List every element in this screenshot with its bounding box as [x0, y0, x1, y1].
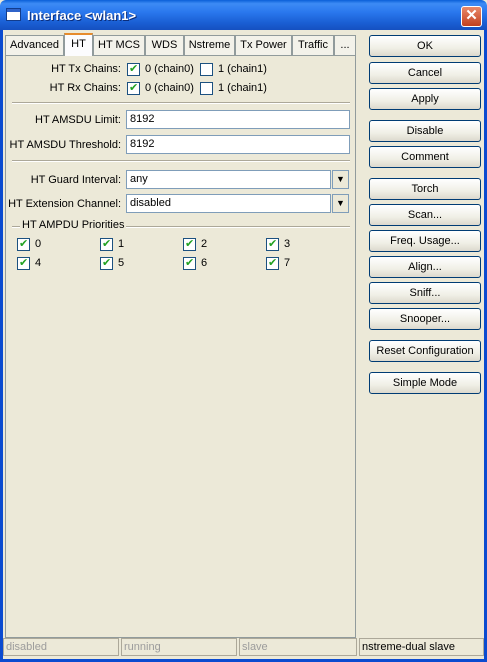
ok-button[interactable]: OK	[369, 35, 481, 57]
comment-button[interactable]: Comment	[369, 146, 481, 168]
ht-ampdu-priorities-title: HT AMPDU Priorities	[20, 219, 127, 231]
status-running: running	[121, 638, 237, 656]
ampdu-priority-6-checkbox[interactable]	[183, 256, 196, 270]
tab-wds[interactable]: WDS	[145, 35, 184, 55]
ampdu-priority-1-checkbox[interactable]	[100, 237, 113, 251]
torch-button[interactable]: Torch	[369, 178, 481, 200]
simple-mode-button[interactable]: Simple Mode	[369, 372, 481, 394]
ht-amsdu-limit-input[interactable]: 8192	[126, 110, 350, 129]
rx-chain0-label: 0 (chain0)	[145, 82, 194, 94]
ampdu-priority-2-label: 2	[201, 238, 208, 250]
ampdu-priority-2-checkbox[interactable]	[183, 237, 196, 251]
status-disabled: disabled	[3, 638, 119, 656]
tab-more[interactable]: ...	[334, 35, 356, 55]
ht-extension-channel-select[interactable]: disabled	[126, 194, 331, 213]
ampdu-priority-7-checkbox[interactable]	[266, 256, 279, 270]
window-title: Interface <wlan1>	[27, 8, 137, 23]
sniff-button[interactable]: Sniff...	[369, 282, 481, 304]
ampdu-priority-0-checkbox[interactable]	[17, 237, 30, 251]
tab-nstreme[interactable]: Nstreme	[184, 35, 235, 55]
status-slave: slave	[239, 638, 357, 656]
window-frame-left	[0, 30, 3, 662]
freq-usage-button[interactable]: Freq. Usage...	[369, 230, 481, 252]
apply-button[interactable]: Apply	[369, 88, 481, 110]
ampdu-priority-0-label: 0	[35, 238, 42, 250]
ht-guard-interval-label: HT Guard Interval:	[30, 174, 121, 186]
ht-amsdu-limit-label: HT AMSDU Limit:	[35, 114, 121, 126]
tab-traffic[interactable]: Traffic	[292, 35, 334, 55]
ht-amsdu-threshold-label: HT AMSDU Threshold:	[9, 139, 121, 151]
ampdu-priority-5-checkbox[interactable]	[100, 256, 113, 270]
ht-guard-interval-select[interactable]: any	[126, 170, 331, 189]
ampdu-priority-1-label: 1	[118, 238, 125, 250]
tab-tx-power[interactable]: Tx Power	[235, 35, 292, 55]
title-bar: Interface <wlan1> ✕	[0, 0, 487, 30]
snooper-button[interactable]: Snooper...	[369, 308, 481, 330]
cancel-button[interactable]: Cancel	[369, 62, 481, 84]
ampdu-priority-5-label: 5	[118, 257, 125, 269]
chevron-down-icon[interactable]: ▼	[332, 194, 349, 213]
ampdu-priority-3-label: 3	[284, 238, 291, 250]
ampdu-priority-7-label: 7	[284, 257, 291, 269]
ampdu-priority-4-checkbox[interactable]	[17, 256, 30, 270]
ampdu-priority-4-label: 4	[35, 257, 42, 269]
rx-chain1-checkbox[interactable]	[200, 82, 213, 95]
tab-advanced[interactable]: Advanced	[5, 35, 64, 55]
tab-ht[interactable]: HT	[64, 33, 93, 56]
ht-rx-chains-label: HT Rx Chains:	[49, 82, 121, 94]
ht-tx-chains-label: HT Tx Chains:	[51, 63, 121, 75]
rx-chain1-label: 1 (chain1)	[218, 82, 267, 94]
ht-amsdu-threshold-input[interactable]: 8192	[126, 135, 350, 154]
chevron-down-icon[interactable]: ▼	[332, 170, 349, 189]
disable-button[interactable]: Disable	[369, 120, 481, 142]
rx-chain0-checkbox[interactable]	[127, 81, 140, 95]
ampdu-priority-3-checkbox[interactable]	[266, 237, 279, 251]
scan-button[interactable]: Scan...	[369, 204, 481, 226]
tab-ht-mcs[interactable]: HT MCS	[93, 35, 145, 55]
tx-chain1-label: 1 (chain1)	[218, 63, 267, 75]
tx-chain0-checkbox[interactable]	[127, 62, 140, 76]
align-button[interactable]: Align...	[369, 256, 481, 278]
status-mode: nstreme-dual slave	[359, 638, 484, 656]
close-button[interactable]: ✕	[461, 6, 482, 27]
separator	[12, 160, 350, 162]
tx-chain1-checkbox[interactable]	[200, 63, 213, 76]
tx-chain0-label: 0 (chain0)	[145, 63, 194, 75]
ampdu-priority-6-label: 6	[201, 257, 208, 269]
reset-configuration-button[interactable]: Reset Configuration	[369, 340, 481, 362]
window-icon	[6, 8, 21, 21]
ht-extension-channel-label: HT Extension Channel:	[8, 198, 121, 210]
separator	[12, 102, 350, 104]
